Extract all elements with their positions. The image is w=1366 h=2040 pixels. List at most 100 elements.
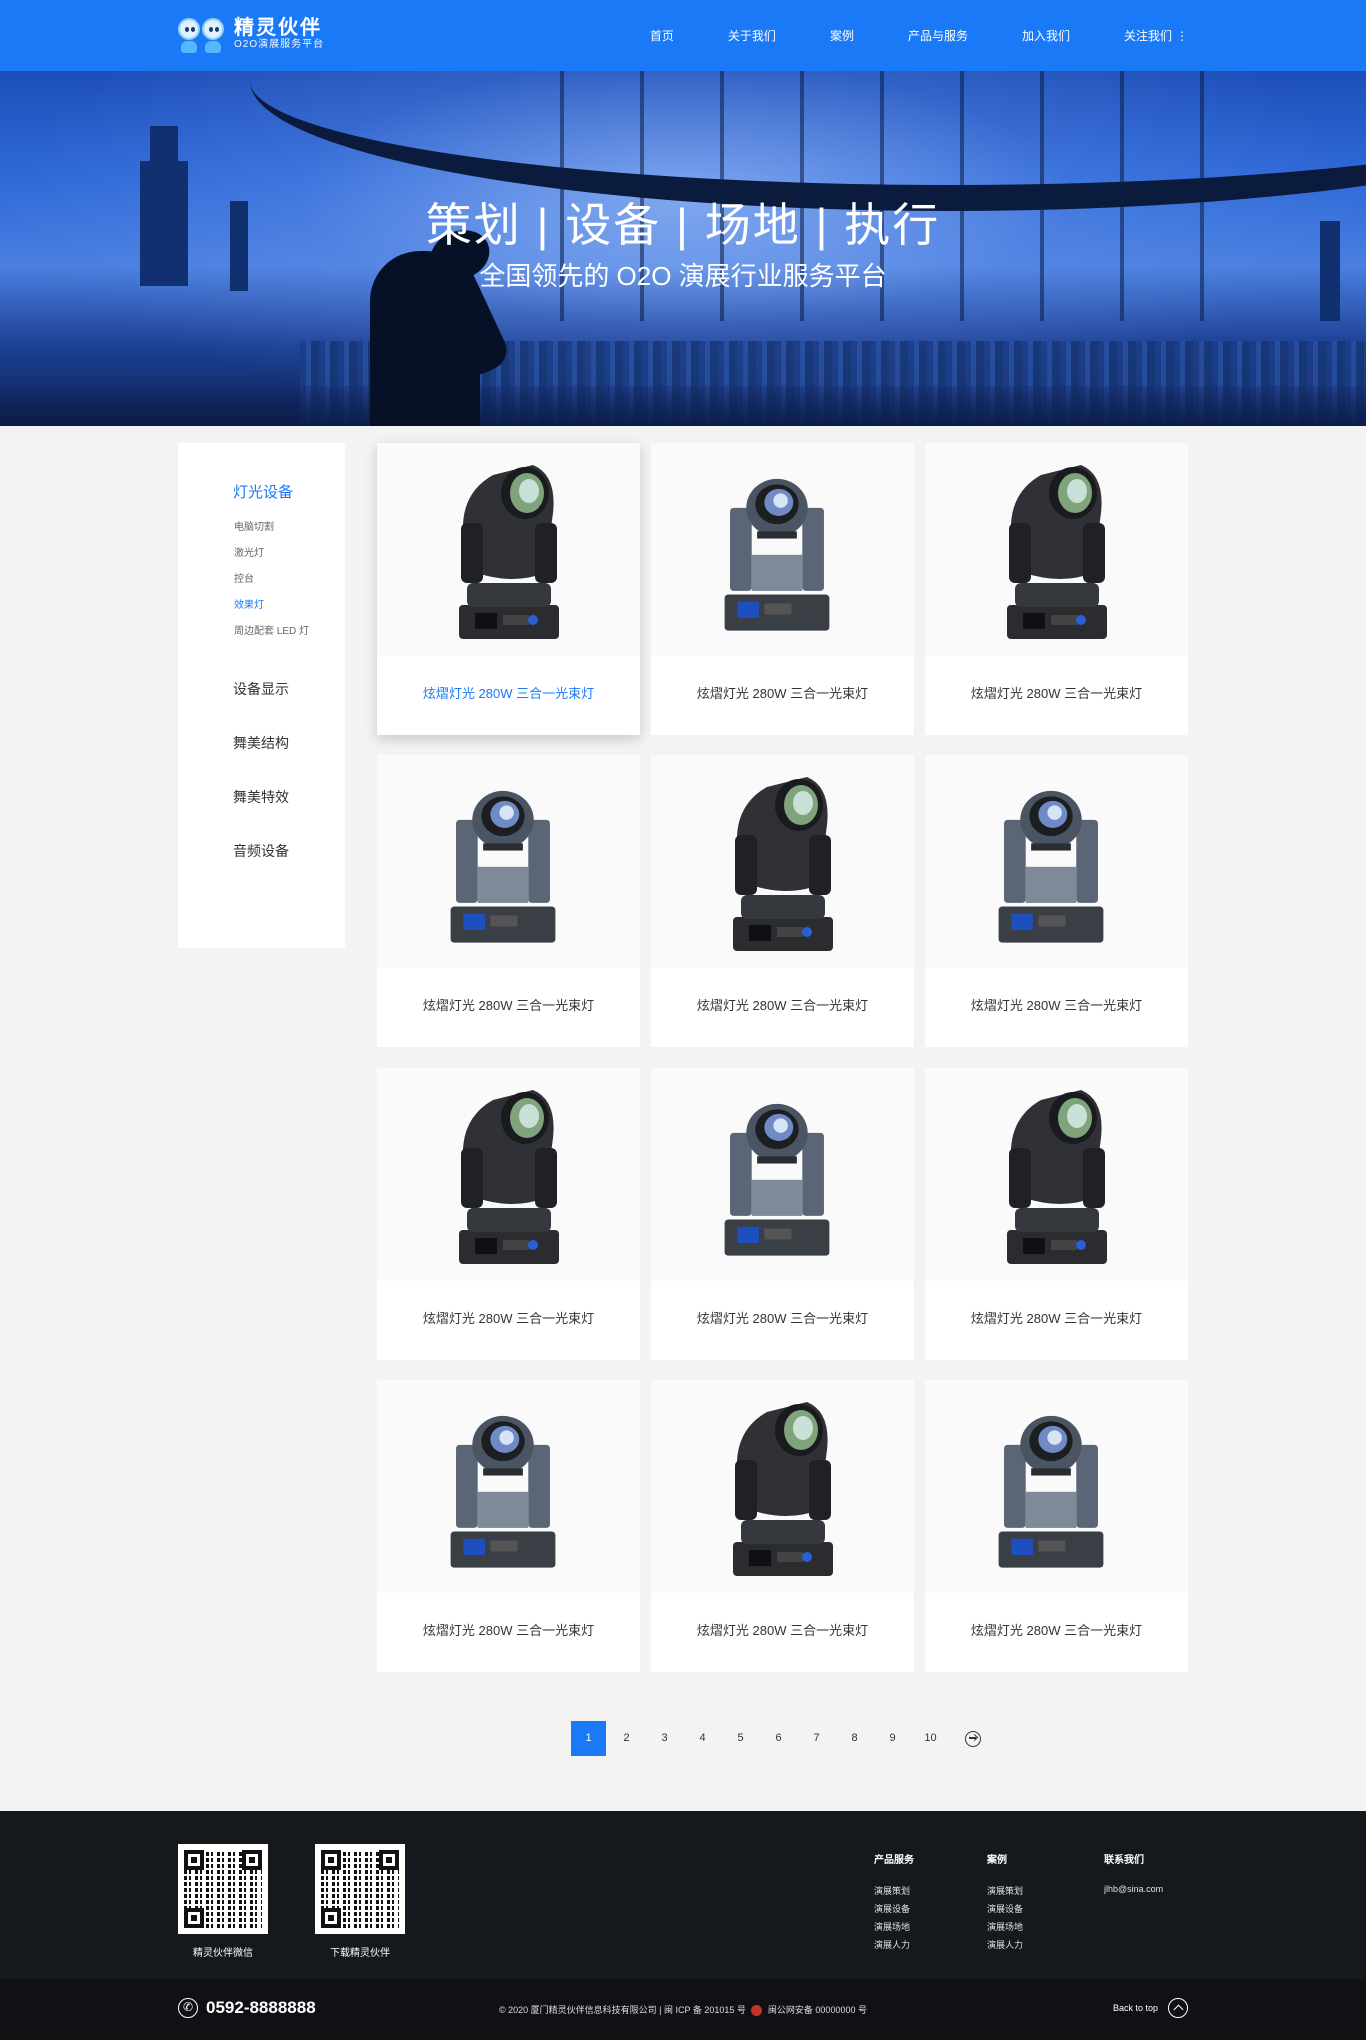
back-to-top-button[interactable]: Back to top [1113,1998,1188,2018]
product-image[interactable] [925,1380,1188,1593]
moving-head-light-icon [733,777,833,951]
page-button[interactable]: 9 [875,1721,910,1756]
product-card[interactable]: 炫熠灯光 280W 三合一光束灯 [925,1380,1188,1672]
product-card[interactable]: 炫熠灯光 280W 三合一光束灯 [651,1380,914,1672]
product-name[interactable]: 炫熠灯光 280W 三合一光束灯 [377,683,640,702]
logo[interactable]: 精灵伙伴 O2O演展服务平台 [178,12,324,56]
product-name[interactable]: 炫熠灯光 280W 三合一光束灯 [925,683,1188,702]
product-card[interactable]: 炫熠灯光 280W 三合一光束灯 [925,755,1188,1047]
logo-subtitle: O2O演展服务平台 [234,39,325,50]
product-image[interactable] [651,1380,914,1593]
product-image[interactable] [925,755,1188,968]
moving-head-light-icon [998,1415,1104,1568]
footer-link[interactable]: 演展场地 [874,1920,910,1933]
banner-title: 策划 | 设备 | 场地 | 执行 [425,199,941,251]
app-download-qr-code [315,1844,405,1934]
police-record-text: 闽公网安备 00000000 号 [767,2005,867,2015]
arrow-up-circle-icon [1168,1998,1188,2018]
footer-link[interactable]: 演展人力 [987,1938,1023,1951]
product-name[interactable]: 炫熠灯光 280W 三合一光束灯 [377,995,640,1014]
mascot-logo-icon [178,12,228,56]
page-button[interactable]: 5 [723,1721,758,1756]
wechat-qr-code [178,1844,268,1934]
nav-home[interactable]: 首页 [650,27,674,44]
moving-head-light-icon [724,478,830,631]
sidebar-sub-led[interactable]: 周边配套 LED 灯 [234,622,309,637]
footer-link[interactable]: 演展场地 [987,1920,1023,1933]
page-button[interactable]: 4 [685,1721,720,1756]
product-card[interactable]: 炫熠灯光 280W 三合一光束灯 [925,1068,1188,1360]
moving-head-light-icon [450,1415,556,1568]
product-image[interactable] [377,755,640,968]
sidebar-sub-computer-cut[interactable]: 电脑切割 [234,518,274,533]
product-name[interactable]: 炫熠灯光 280W 三合一光束灯 [377,1620,640,1639]
page-button[interactable]: 10 [913,1721,948,1756]
product-name[interactable]: 炫熠灯光 280W 三合一光束灯 [651,1620,914,1639]
site-header: 精灵伙伴 O2O演展服务平台 首页 关于我们 案例 产品与服务 加入我们 关注我… [0,0,1366,71]
page-button[interactable]: 7 [799,1721,834,1756]
product-name[interactable]: 炫熠灯光 280W 三合一光束灯 [925,995,1188,1014]
category-sidebar: 灯光设备 电脑切割 激光灯 控台 效果灯 周边配套 LED 灯 设备显示 舞美结… [178,443,345,948]
arrow-right-circle-icon[interactable] [965,1730,981,1747]
page-button[interactable]: 2 [609,1721,644,1756]
product-card[interactable]: 炫熠灯光 280W 三合一光束灯 [377,443,640,735]
sidebar-category-audio[interactable]: 音频设备 [233,841,289,861]
moving-head-light-icon [459,1090,559,1264]
nav-follow[interactable]: 关注我们 ⋮ [1124,27,1188,44]
page-button[interactable]: 8 [837,1721,872,1756]
page-button[interactable]: 3 [647,1721,682,1756]
product-name[interactable]: 炫熠灯光 280W 三合一光束灯 [377,1308,640,1327]
product-card[interactable]: 炫熠灯光 280W 三合一光束灯 [925,443,1188,735]
product-card[interactable]: 炫熠灯光 280W 三合一光束灯 [651,443,914,735]
product-name[interactable]: 炫熠灯光 280W 三合一光束灯 [925,1308,1188,1327]
product-image[interactable] [377,443,640,656]
nav-follow-label: 关注我们 [1123,29,1172,43]
footer-link[interactable]: 演展策划 [987,1884,1023,1897]
product-card[interactable]: 炫熠灯光 280W 三合一光束灯 [377,755,640,1047]
sidebar-category-lighting[interactable]: 灯光设备 [233,481,293,502]
moving-head-light-icon [724,1103,830,1256]
sidebar-category-stage-effects[interactable]: 舞美特效 [233,787,289,807]
nav-join[interactable]: 加入我们 [1022,27,1070,44]
footer-email-link[interactable]: jlhb@sina.com [1104,1884,1163,1894]
qr-label: 下载精灵伙伴 [330,1948,390,1959]
product-name[interactable]: 炫熠灯光 280W 三合一光束灯 [651,683,914,702]
footer-link[interactable]: 演展设备 [874,1902,910,1915]
footer-link[interactable]: 演展设备 [987,1902,1023,1915]
product-image[interactable] [377,1380,640,1593]
page-button[interactable]: 1 [571,1721,606,1756]
copyright-text: © 2020 厦门精灵伙伴信息科技有限公司 | 闽 ICP 备 201015 号 [499,2005,746,2015]
product-name[interactable]: 炫熠灯光 280W 三合一光束灯 [651,995,914,1014]
moving-head-light-icon [998,790,1104,943]
pagination: 1 2 3 4 5 6 7 8 9 10 [571,1721,981,1756]
product-image[interactable] [925,443,1188,656]
product-name[interactable]: 炫熠灯光 280W 三合一光束灯 [925,1620,1188,1639]
product-card[interactable]: 炫熠灯光 280W 三合一光束灯 [377,1380,640,1672]
moving-head-light-icon [1007,465,1107,639]
sidebar-sub-console[interactable]: 控台 [234,570,254,585]
nav-products[interactable]: 产品与服务 [908,27,968,44]
product-name[interactable]: 炫熠灯光 280W 三合一光束灯 [651,1308,914,1327]
product-card[interactable]: 炫熠灯光 280W 三合一光束灯 [651,755,914,1047]
product-card[interactable]: 炫熠灯光 280W 三合一光束灯 [651,1068,914,1360]
logo-title: 精灵伙伴 [234,17,322,39]
product-image[interactable] [925,1068,1188,1281]
sidebar-sub-laser[interactable]: 激光灯 [234,544,264,559]
nav-about[interactable]: 关于我们 [728,27,776,44]
police-badge-icon [751,2005,763,2017]
product-image[interactable] [651,755,914,968]
product-image[interactable] [377,1068,640,1281]
product-card[interactable]: 炫熠灯光 280W 三合一光束灯 [377,1068,640,1360]
footer-link[interactable]: 演展策划 [874,1884,910,1897]
sidebar-sub-effect-light[interactable]: 效果灯 [234,596,264,611]
sidebar-category-display[interactable]: 设备显示 [233,679,289,699]
nav-cases[interactable]: 案例 [830,27,854,44]
product-image[interactable] [651,443,914,656]
footer-link[interactable]: 演展人力 [874,1938,910,1951]
hero-banner: 策划 | 设备 | 场地 | 执行 全国领先的 O2O 演展行业服务平台 [0,71,1366,426]
sidebar-category-stage-structure[interactable]: 舞美结构 [233,733,289,753]
product-image[interactable] [651,1068,914,1281]
moving-head-light-icon [733,1402,833,1576]
page-button[interactable]: 6 [761,1721,796,1756]
more-vertical-icon: ⋮ [1176,29,1188,43]
